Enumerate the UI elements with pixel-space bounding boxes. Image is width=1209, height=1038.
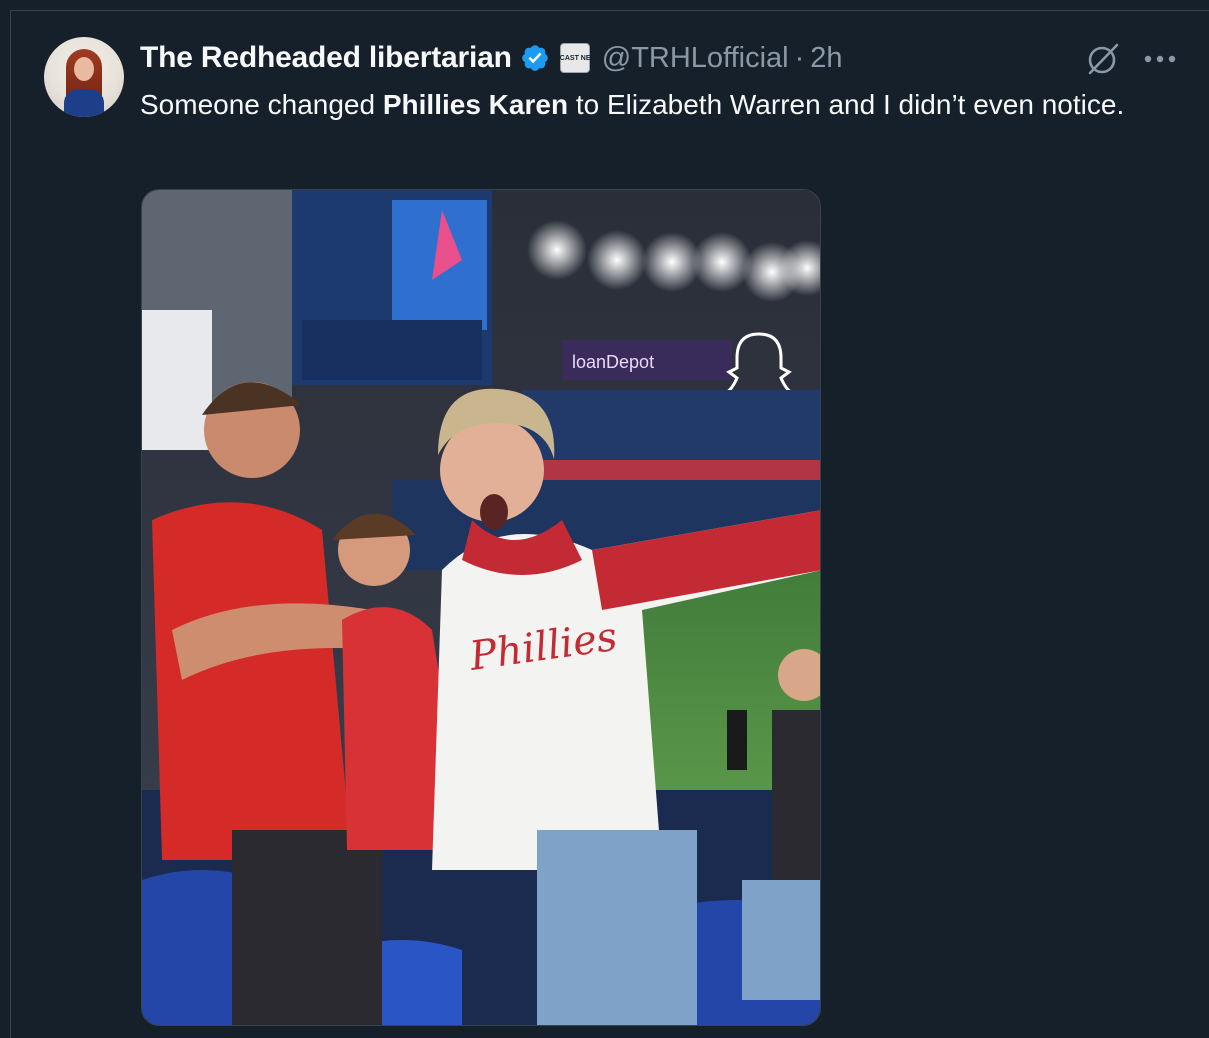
top-divider <box>10 10 1209 11</box>
tweet-text-end: to Elizabeth Warren and I didn’t even no… <box>568 89 1125 120</box>
left-divider <box>10 10 11 1038</box>
tweet-container: The Redheaded libertarian TIMCAST NEWS @… <box>0 0 1209 1038</box>
more-dots-icon[interactable] <box>1140 40 1180 78</box>
avatar-body <box>64 89 104 117</box>
grok-icon[interactable] <box>1084 40 1122 78</box>
tweet-header: The Redheaded libertarian TIMCAST NEWS @… <box>140 38 843 78</box>
tweet-media-image[interactable]: loanDepot Phillies <box>141 189 821 1026</box>
avatar[interactable] <box>44 37 124 117</box>
timestamp[interactable]: 2h <box>810 42 842 75</box>
tweet-text: Someone changed Phillies Karen to Elizab… <box>140 85 1150 125</box>
verified-badge-icon[interactable] <box>520 43 550 73</box>
tweet-text-start: Someone changed <box>140 89 383 120</box>
avatar-face <box>74 57 94 81</box>
handle[interactable]: @TRHLofficial <box>602 42 789 75</box>
separator-dot: · <box>794 41 805 74</box>
display-name[interactable]: The Redheaded libertarian <box>140 41 512 75</box>
tweet-text-bold[interactable]: Phillies Karen <box>383 89 568 120</box>
affiliate-badge[interactable]: TIMCAST NEWS <box>548 43 602 73</box>
scoreboard-sign-text: loanDepot <box>572 352 654 372</box>
